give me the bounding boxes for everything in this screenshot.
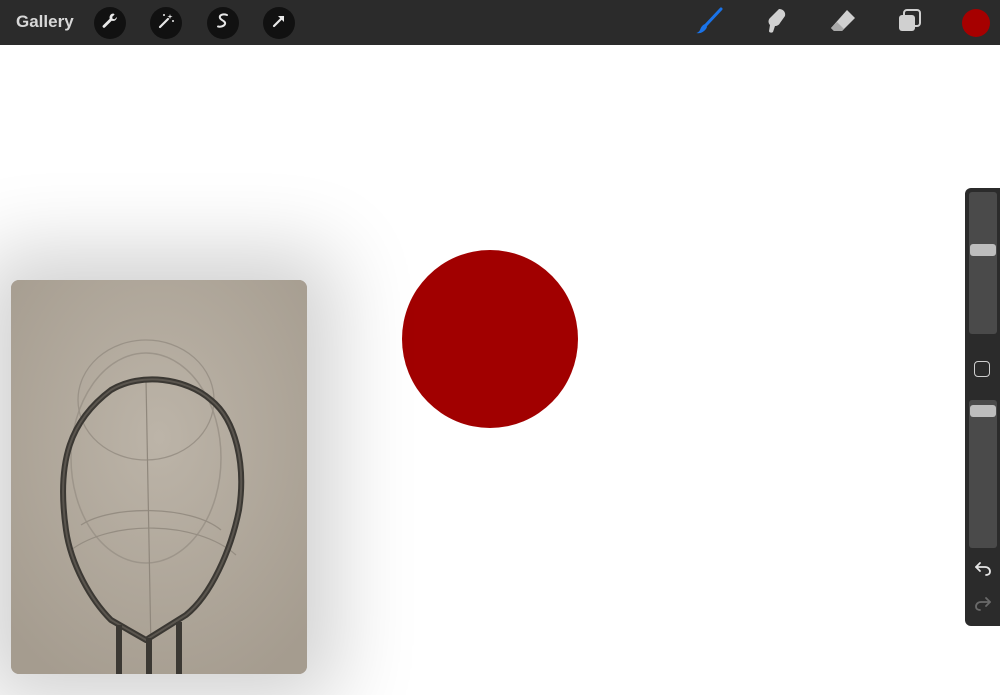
smudge-tool-button[interactable]: [761, 8, 791, 38]
layers-icon: [895, 6, 925, 41]
brush-tool-button[interactable]: [694, 6, 724, 41]
undo-icon: [974, 560, 992, 581]
redo-icon: [974, 595, 992, 616]
actions-wrench-button[interactable]: [94, 7, 126, 39]
side-toolbar: [965, 188, 1000, 626]
top-toolbar: Gallery: [0, 0, 1000, 45]
brush-size-thumb[interactable]: [970, 244, 996, 256]
transform-button[interactable]: [263, 7, 295, 39]
adjustments-button[interactable]: [150, 7, 182, 39]
transform-arrow-icon: [269, 11, 289, 36]
undo-button[interactable]: [972, 560, 994, 580]
modify-square-icon[interactable]: [974, 361, 990, 377]
eraser-icon: [828, 6, 858, 41]
brush-icon: [694, 6, 724, 41]
magic-wand-icon: [156, 11, 176, 36]
brush-size-slider[interactable]: [969, 192, 997, 334]
pencil-sketch-image: [11, 280, 307, 674]
wrench-icon: [100, 11, 120, 36]
reference-image-panel[interactable]: [11, 280, 307, 674]
smudge-icon: [761, 6, 791, 41]
redo-button[interactable]: [972, 595, 994, 615]
selection-button[interactable]: [207, 7, 239, 39]
color-picker-button[interactable]: [962, 9, 990, 37]
red-circle-shape: [402, 250, 578, 428]
brush-opacity-thumb[interactable]: [970, 405, 996, 418]
brush-opacity-slider[interactable]: [969, 400, 997, 548]
selection-icon: [213, 11, 233, 36]
eraser-tool-button[interactable]: [828, 8, 858, 38]
gallery-button[interactable]: Gallery: [16, 12, 74, 32]
layers-button[interactable]: [895, 8, 925, 38]
